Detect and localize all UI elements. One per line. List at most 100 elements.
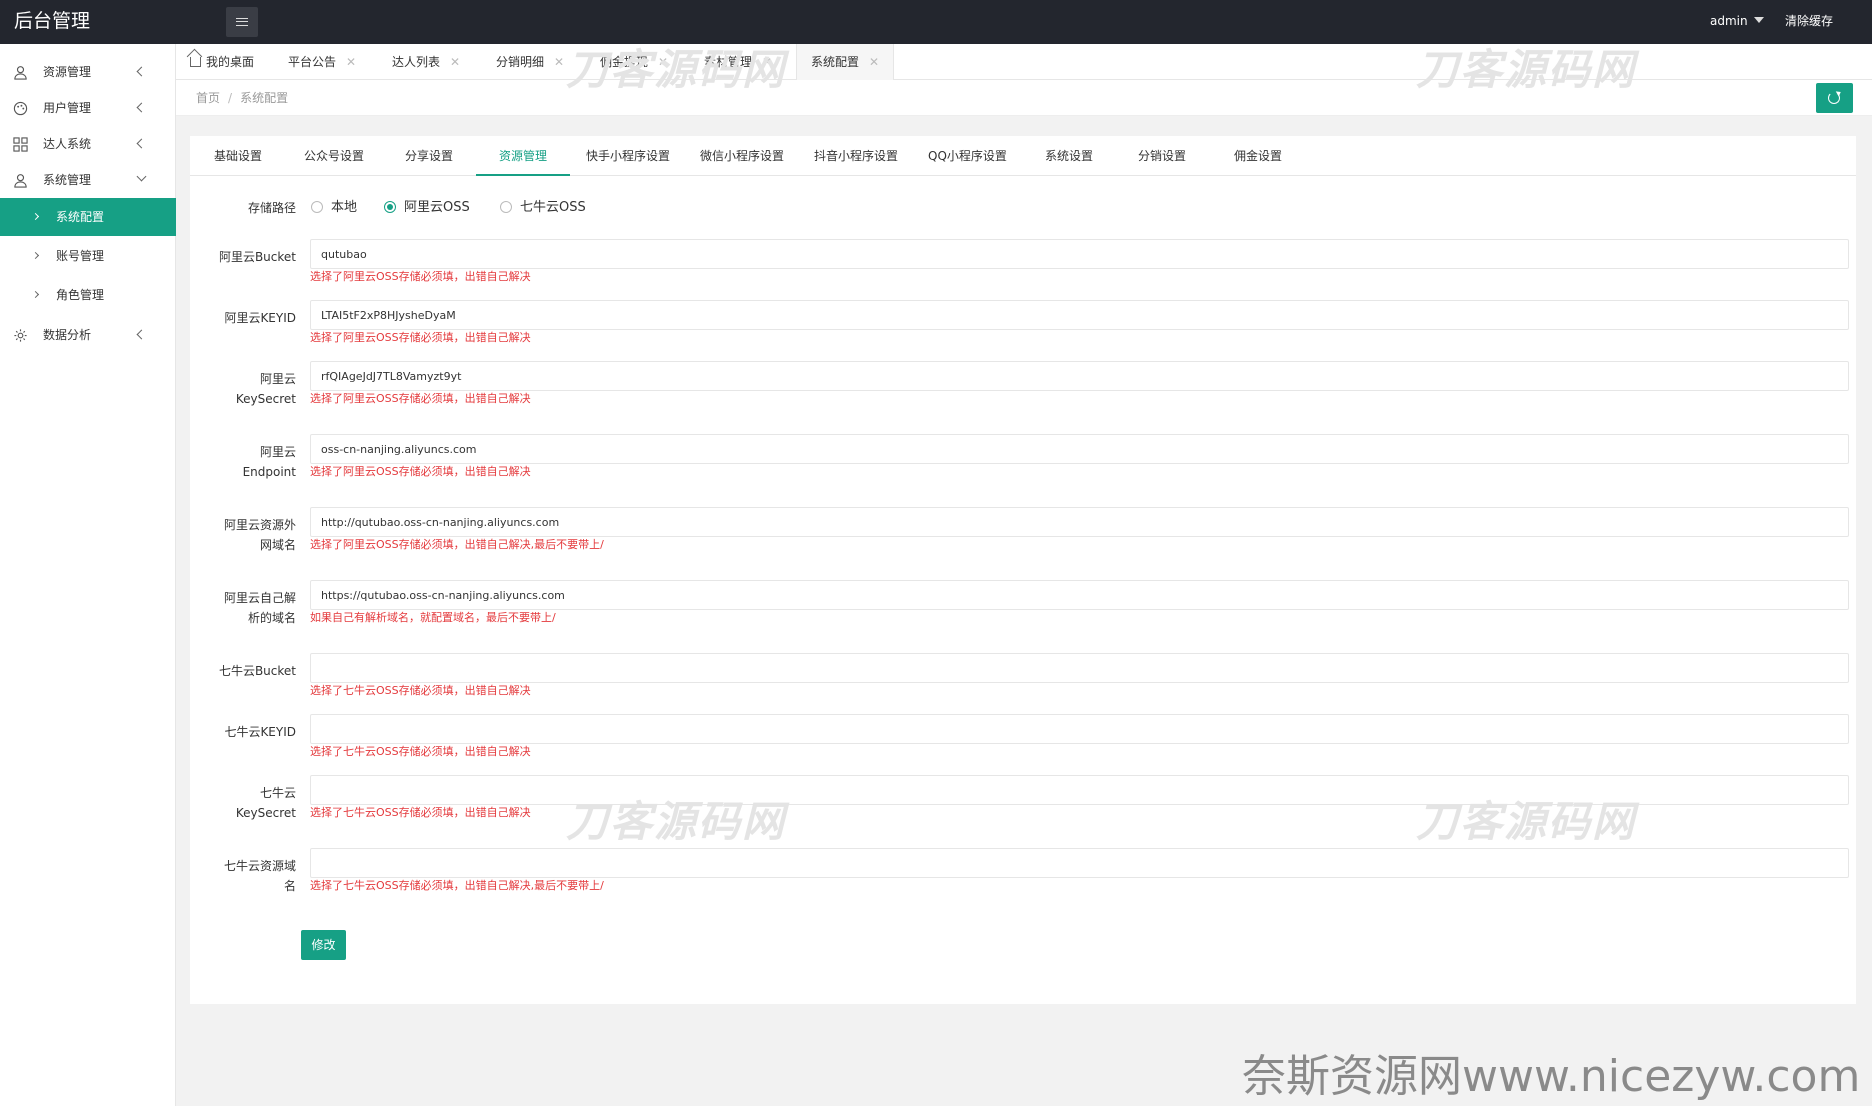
radio-local[interactable]: 本地 <box>311 198 357 218</box>
tab-share[interactable]: 分享设置 <box>405 136 453 176</box>
tab-announcement[interactable]: 平台公告 ✕ <box>288 44 356 80</box>
sidebar-item-label: 达人系统 <box>43 137 92 151</box>
chevron-down-icon <box>136 171 147 182</box>
refresh-button[interactable] <box>1816 83 1853 113</box>
chevron-left-icon <box>136 138 147 149</box>
tab-distribution-settings[interactable]: 分销设置 <box>1138 136 1186 176</box>
field-hint: 选择了阿里云OSS存储必须填，出错自己解决,最后不要带上/ <box>310 538 604 551</box>
field-hint: 如果自己有解析域名，就配置域名，最后不要带上/ <box>310 611 556 624</box>
close-icon[interactable]: ✕ <box>554 44 564 80</box>
watermark-text: 刀客源码网 <box>1416 797 1637 846</box>
qiniu-domain-input[interactable] <box>310 848 1849 878</box>
aliyun-bucket-input[interactable] <box>310 239 1849 269</box>
tab-resource[interactable]: 资源管理 <box>476 136 571 176</box>
chevron-left-icon <box>136 102 147 113</box>
label-line: 阿里云 <box>259 372 296 386</box>
qiniu-keyid-input[interactable] <box>310 714 1849 744</box>
tab-label: 分销明细 <box>496 55 545 69</box>
grid-icon <box>13 137 28 152</box>
chevron-left-icon <box>136 66 147 77</box>
settings-tabs: 基础设置 公众号设置 分享设置 资源管理 快手小程序设置 微信小程序设置 抖音小… <box>190 136 1856 176</box>
tab-official-account[interactable]: 公众号设置 <box>304 136 364 176</box>
field-label: 七牛云资源域名 <box>190 856 296 896</box>
tab-distribution[interactable]: 分销明细 ✕ <box>496 44 564 80</box>
field-label: 阿里云 Endpoint <box>190 442 296 482</box>
menu-toggle-button[interactable] <box>226 7 258 37</box>
field-label: 七牛云Bucket <box>190 661 296 681</box>
watermark-text: 刀客源码网 <box>566 45 787 94</box>
field-hint: 选择了阿里云OSS存储必须填，出错自己解决 <box>310 465 531 478</box>
clear-cache-link[interactable]: 清除缓存 <box>1785 0 1833 42</box>
tab-talent-list[interactable]: 达人列表 ✕ <box>392 44 460 80</box>
tab-desktop[interactable]: 我的桌面 <box>190 44 254 80</box>
field-hint: 选择了阿里云OSS存储必须填，出错自己解决 <box>310 270 531 283</box>
breadcrumb-home[interactable]: 首页 <box>196 91 220 105</box>
label-line: KeySecret <box>235 806 296 820</box>
watermark-text: 刀客源码网 <box>1416 45 1637 94</box>
aliyun-keysecret-input[interactable] <box>310 361 1849 391</box>
hamburger-icon <box>236 18 248 26</box>
field-hint: 选择了七牛云OSS存储必须填，出错自己解决 <box>310 745 531 758</box>
field-label: 七牛云KEYID <box>190 722 296 742</box>
sidebar-subitem-system-config[interactable]: 系统配置 <box>0 198 176 236</box>
tab-kuaishou[interactable]: 快手小程序设置 <box>586 136 670 176</box>
tab-qq[interactable]: QQ小程序设置 <box>928 136 1007 176</box>
label-line: 七牛云KEYID <box>224 725 296 739</box>
tab-system[interactable]: 系统设置 <box>1045 136 1093 176</box>
breadcrumb: 首页 / 系统配置 <box>196 80 288 116</box>
sidebar-subitem-label: 角色管理 <box>56 288 105 302</box>
field-label: 七牛云 KeySecret <box>190 783 296 823</box>
tab-basic[interactable]: 基础设置 <box>214 136 262 176</box>
tab-wechat[interactable]: 微信小程序设置 <box>700 136 784 176</box>
radio-aliyun[interactable]: 阿里云OSS <box>384 198 470 218</box>
tab-commission[interactable]: 佣金设置 <box>1234 136 1282 176</box>
field-hint: 选择了七牛云OSS存储必须填，出错自己解决,最后不要带上/ <box>310 879 604 892</box>
field-label: 阿里云自己解析的域名 <box>190 588 296 628</box>
close-icon[interactable]: ✕ <box>346 44 356 80</box>
label-line: 析的域名 <box>247 611 296 625</box>
aliyun-custom-domain-input[interactable] <box>310 580 1849 610</box>
sidebar-item-talent[interactable]: 达人系统 <box>0 126 176 162</box>
tab-label: 我的桌面 <box>206 55 255 69</box>
label-line: 阿里云KEYID <box>224 311 296 325</box>
sidebar-item-system[interactable]: 系统管理 <box>0 162 176 198</box>
tab-douyin[interactable]: 抖音小程序设置 <box>814 136 898 176</box>
aliyun-external-domain-input[interactable] <box>310 507 1849 537</box>
aliyun-endpoint-input[interactable] <box>310 434 1849 464</box>
tab-label: 平台公告 <box>288 55 337 69</box>
footer-watermark: 奈斯资源网www.nicezyw.com <box>1242 1051 1861 1102</box>
user-menu[interactable]: admin <box>1710 0 1764 42</box>
sidebar-subitem-roles[interactable]: 角色管理 <box>0 276 176 314</box>
watermark-text: 刀客源码网 <box>566 797 787 846</box>
field-label: 阿里云 KeySecret <box>190 369 296 409</box>
radio-qiniu[interactable]: 七牛云OSS <box>500 198 586 218</box>
qiniu-bucket-input[interactable] <box>310 653 1849 683</box>
label-line: 网域名 <box>259 538 296 552</box>
field-hint: 选择了七牛云OSS存储必须填，出错自己解决 <box>310 806 531 819</box>
field-label: 阿里云资源外 网域名 <box>190 515 296 555</box>
sidebar-item-resource[interactable]: 资源管理 <box>0 54 176 90</box>
sidebar-item-label: 数据分析 <box>43 328 92 342</box>
storage-label: 存储路径 <box>247 201 296 215</box>
chevron-right-icon <box>31 212 40 221</box>
chevron-right-icon <box>31 290 40 299</box>
submit-button[interactable]: 修改 <box>301 930 346 960</box>
breadcrumb-separator: / <box>228 91 233 105</box>
label-line: 阿里云自己解 <box>223 591 296 605</box>
aliyun-keyid-input[interactable] <box>310 300 1849 330</box>
tab-system-config[interactable]: 系统配置 ✕ <box>796 44 895 80</box>
label-line: 名 <box>283 879 296 893</box>
close-icon[interactable]: ✕ <box>869 44 879 80</box>
sidebar-item-users[interactable]: 用户管理 <box>0 90 176 126</box>
chevron-right-icon <box>31 251 40 260</box>
field-label: 阿里云Bucket <box>190 247 296 267</box>
close-icon[interactable]: ✕ <box>450 44 460 80</box>
sidebar-item-label: 用户管理 <box>43 101 92 115</box>
field-label: 阿里云KEYID <box>190 308 296 328</box>
sidebar-item-analytics[interactable]: 数据分析 <box>0 317 176 353</box>
label-line: KeySecret <box>235 392 296 406</box>
sidebar-subitem-accounts[interactable]: 账号管理 <box>0 237 176 275</box>
sidebar-subitem-label: 系统配置 <box>56 210 105 224</box>
gear-icon <box>14 329 27 342</box>
label-line: 阿里云Bucket <box>218 250 296 264</box>
